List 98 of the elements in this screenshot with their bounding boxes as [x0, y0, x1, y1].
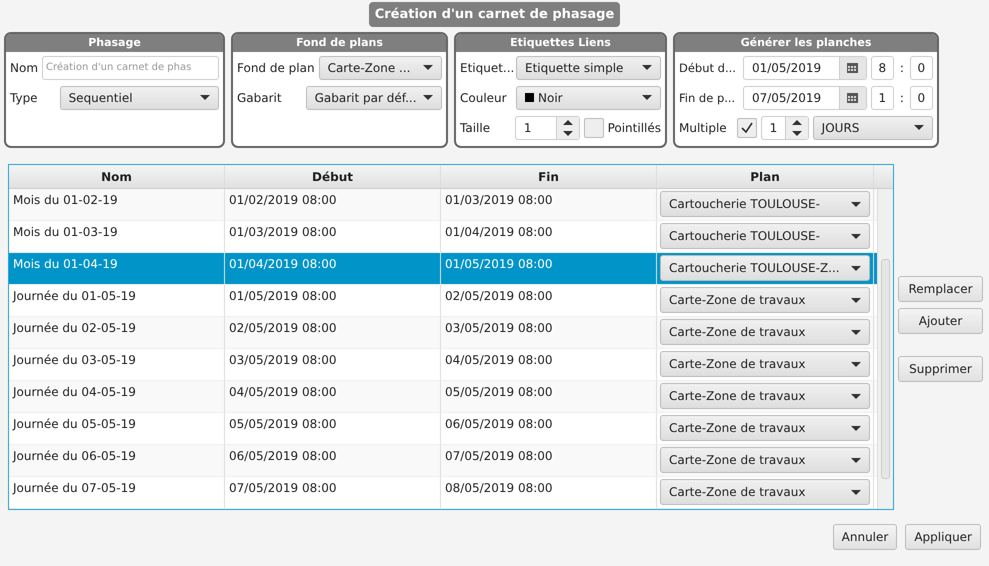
table-cell: Journée du 01-05-19	[9, 285, 225, 316]
table-cell: 07/05/2019 08:00	[225, 477, 441, 508]
checkbox-label: Pointillés	[608, 120, 661, 134]
plan-dropdown[interactable]: Cartoucherie TOULOUSE-Z...	[660, 255, 870, 281]
calendar-icon	[847, 62, 858, 72]
field-label: Couleur	[460, 90, 508, 104]
table-row[interactable]: Journée du 06-05-19 06/05/2019 08:00 07/05/2019 08:00 Carte-Zone de travaux	[9, 445, 877, 477]
table-cell: 01/03/2019 08:00	[441, 189, 657, 220]
label-type-dropdown[interactable]: Etiquette simple	[516, 56, 661, 80]
field-label: Début d...	[679, 60, 737, 74]
size-spinner[interactable]: 1	[514, 116, 580, 140]
panel-title: Fond de plans	[233, 34, 446, 52]
table-cell: Journée du 04-05-19	[9, 381, 225, 412]
calendar-icon	[847, 92, 858, 102]
table-row[interactable]: Journée du 01-05-19 01/05/2019 08:00 02/05/2019 08:00 Carte-Zone de travaux	[9, 285, 877, 317]
table-row[interactable]: Mois du 01-04-19 01/04/2019 08:00 01/05/2019 08:00 Cartoucherie TOULOUSE-Z...	[9, 253, 877, 285]
plan-dropdown[interactable]: Carte-Zone de travaux	[660, 447, 870, 473]
template-dropdown[interactable]: Gabarit par déf...	[306, 86, 442, 110]
table-cell: 06/05/2019 08:00	[225, 445, 441, 476]
table-cell: 03/05/2019 08:00	[225, 349, 441, 380]
action-button[interactable]: Ajouter	[898, 308, 983, 334]
date-picker-field[interactable]: 07/05/2019	[742, 86, 867, 110]
minute-field[interactable]: 0	[910, 56, 933, 80]
table-cell: 01/02/2019 08:00	[225, 189, 441, 220]
plan-dropdown[interactable]: Carte-Zone de travaux	[660, 415, 870, 441]
table-cell: 01/03/2019 08:00	[225, 221, 441, 252]
field-label: Fin de p...	[679, 90, 736, 104]
column-header[interactable]: Nom	[9, 165, 225, 188]
table-row[interactable]: Journée du 02-05-19 02/05/2019 08:00 03/05/2019 08:00 Carte-Zone de travaux	[9, 317, 877, 349]
dialog-button[interactable]: Appliquer	[905, 524, 981, 550]
table-cell: 05/05/2019 08:00	[225, 413, 441, 444]
table-row[interactable]: Journée du 04-05-19 04/05/2019 08:00 05/05/2019 08:00 Carte-Zone de travaux	[9, 381, 877, 413]
hour-field[interactable]: 8	[870, 56, 894, 80]
table-row[interactable]: Journée du 05-05-19 05/05/2019 08:00 06/05/2019 08:00 Carte-Zone de travaux	[9, 413, 877, 445]
table-cell: Journée du 03-05-19	[9, 349, 225, 380]
checkbox[interactable]	[584, 118, 604, 138]
table-cell: Journée du 07-05-19	[9, 477, 225, 508]
action-button[interactable]: Remplacer	[898, 276, 983, 302]
table-cell: 01/05/2019 08:00	[441, 253, 657, 284]
plan-dropdown[interactable]: Carte-Zone de travaux	[660, 287, 870, 313]
check-icon	[740, 120, 754, 134]
table-cell: Mois du 01-03-19	[9, 221, 225, 252]
date-picker-field[interactable]: 01/05/2019	[742, 56, 867, 80]
plan-dropdown[interactable]: Carte-Zone de travaux	[660, 479, 870, 505]
table-cell: Journée du 06-05-19	[9, 445, 225, 476]
table-row[interactable]: Journée du 07-05-19 07/05/2019 08:00 08/05/2019 08:00 Carte-Zone de travaux	[9, 477, 877, 509]
unit-dropdown[interactable]: JOURS	[812, 116, 933, 140]
scrollbar[interactable]	[877, 189, 893, 509]
field-label: Etiquet...	[460, 60, 512, 74]
column-header[interactable]: Début	[225, 165, 441, 188]
table-cell: 02/05/2019 08:00	[225, 317, 441, 348]
table-cell: Mois du 01-04-19	[9, 253, 225, 284]
background-plan-dropdown[interactable]: Carte-Zone ...	[318, 56, 442, 80]
name-input-field[interactable]: Création d'un carnet de phas	[42, 56, 219, 80]
plan-dropdown[interactable]: Carte-Zone de travaux	[660, 351, 870, 377]
table-cell: 06/05/2019 08:00	[441, 413, 657, 444]
column-header[interactable]: Fin	[441, 165, 657, 188]
type-dropdown[interactable]: Sequentiel	[60, 86, 219, 110]
table-cell: Journée du 05-05-19	[9, 413, 225, 444]
plan-dropdown[interactable]: Cartoucherie TOULOUSE-	[660, 191, 870, 217]
table-cell: 04/05/2019 08:00	[441, 349, 657, 380]
plan-dropdown[interactable]: Carte-Zone de travaux	[660, 383, 870, 409]
multiple-spinner[interactable]: 1	[760, 116, 809, 140]
table-cell: 03/05/2019 08:00	[441, 317, 657, 348]
field-label: Type	[10, 90, 38, 104]
field-label: Taille	[460, 120, 492, 134]
checkbox[interactable]	[736, 118, 757, 138]
panel-title: Générer les planches	[675, 34, 937, 52]
table-row[interactable]: Mois du 01-02-19 01/02/2019 08:00 01/03/2019 08:00 Cartoucherie TOULOUSE-	[9, 189, 877, 221]
column-header[interactable]: Plan	[657, 165, 874, 188]
table-cell: Journée du 02-05-19	[9, 317, 225, 348]
action-button[interactable]: Supprimer	[898, 356, 983, 382]
table-cell: 01/04/2019 08:00	[441, 221, 657, 252]
table-cell: 08/05/2019 08:00	[441, 477, 657, 508]
table-cell: 07/05/2019 08:00	[441, 445, 657, 476]
field-label: Gabarit	[237, 90, 282, 104]
dialog-button[interactable]: Annuler	[832, 524, 898, 550]
table-row[interactable]: Mois du 01-03-19 01/03/2019 08:00 01/04/2019 08:00 Cartoucherie TOULOUSE-	[9, 221, 877, 253]
table-cell: 04/05/2019 08:00	[225, 381, 441, 412]
plan-dropdown[interactable]: Carte-Zone de travaux	[660, 319, 870, 345]
field-label: Fond de plan	[237, 60, 315, 74]
color-dropdown[interactable]: Noir	[516, 86, 661, 110]
plan-dropdown[interactable]: Cartoucherie TOULOUSE-	[660, 223, 870, 249]
minute-field[interactable]: 0	[910, 86, 933, 110]
dialog-title: Création d'un carnet de phasage	[368, 2, 620, 27]
field-label: Nom	[10, 60, 38, 74]
time-separator: :	[898, 60, 905, 74]
table-cell: 05/05/2019 08:00	[441, 381, 657, 412]
panel-title: Phasage	[6, 34, 223, 52]
panel-title: Etiquettes Liens	[456, 34, 665, 52]
hour-field[interactable]: 1	[870, 86, 894, 110]
table-cell: Mois du 01-02-19	[9, 189, 225, 220]
table-cell: 01/04/2019 08:00	[225, 253, 441, 284]
checkbox-label: Multiple	[679, 120, 727, 134]
table-cell: 01/05/2019 08:00	[225, 285, 441, 316]
time-separator: :	[898, 90, 905, 104]
table-row[interactable]: Journée du 03-05-19 03/05/2019 08:00 04/05/2019 08:00 Carte-Zone de travaux	[9, 349, 877, 381]
table-cell: 02/05/2019 08:00	[441, 285, 657, 316]
